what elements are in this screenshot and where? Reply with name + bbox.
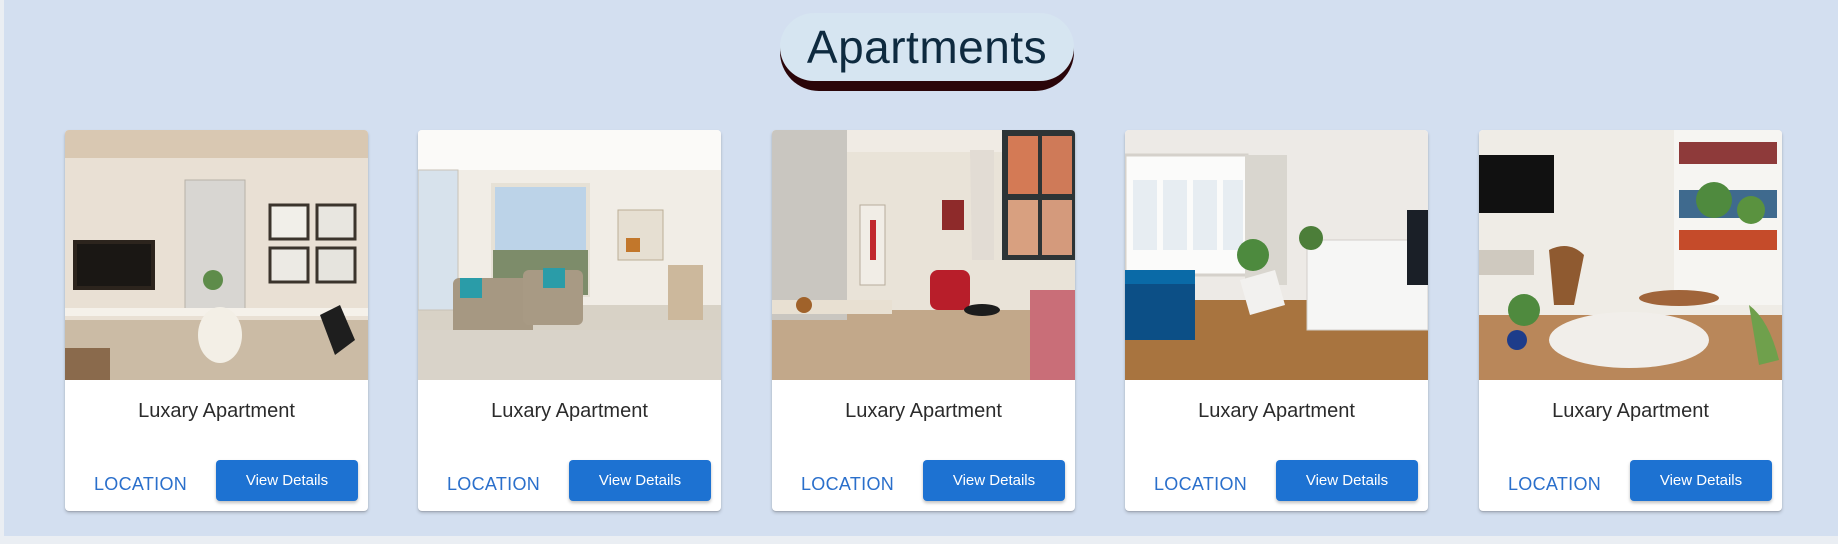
apartment-photo[interactable] — [418, 130, 721, 380]
apartment-name: Luxary Apartment — [491, 400, 648, 422]
apartment-photo[interactable] — [772, 130, 1075, 380]
apartment-card: Luxary Apartment LOCATION View Details — [65, 130, 368, 511]
apartment-card: Luxary Apartment LOCATION View Details — [772, 130, 1075, 511]
apartment-photo[interactable] — [1125, 130, 1428, 380]
view-details-button[interactable]: View Details — [1276, 460, 1418, 501]
apartment-name: Luxary Apartment — [845, 400, 1002, 422]
apartment-name: Luxary Apartment — [138, 400, 295, 422]
location-link[interactable]: LOCATION — [447, 474, 540, 495]
view-details-button[interactable]: View Details — [1630, 460, 1772, 501]
apartment-name: Luxary Apartment — [1552, 400, 1709, 422]
location-link[interactable]: LOCATION — [1508, 474, 1601, 495]
location-link[interactable]: LOCATION — [94, 474, 187, 495]
location-link[interactable]: LOCATION — [1154, 474, 1247, 495]
title-pill: Apartments — [780, 13, 1074, 91]
apartment-name: Luxary Apartment — [1198, 400, 1355, 422]
location-link[interactable]: LOCATION — [801, 474, 894, 495]
view-details-button[interactable]: View Details — [923, 460, 1065, 501]
apartment-card: Luxary Apartment LOCATION View Details — [418, 130, 721, 511]
apartment-card: Luxary Apartment LOCATION View Details — [1125, 130, 1428, 511]
page-title: Apartments — [806, 21, 1048, 73]
apartment-card: Luxary Apartment LOCATION View Details — [1479, 130, 1782, 511]
apartment-photo[interactable] — [1479, 130, 1782, 380]
view-details-button[interactable]: View Details — [216, 460, 358, 501]
apartment-photo[interactable] — [65, 130, 368, 380]
view-details-button[interactable]: View Details — [569, 460, 711, 501]
apartments-section: Apartments Luxary Apartment LOCATION Vie… — [4, 0, 1838, 536]
